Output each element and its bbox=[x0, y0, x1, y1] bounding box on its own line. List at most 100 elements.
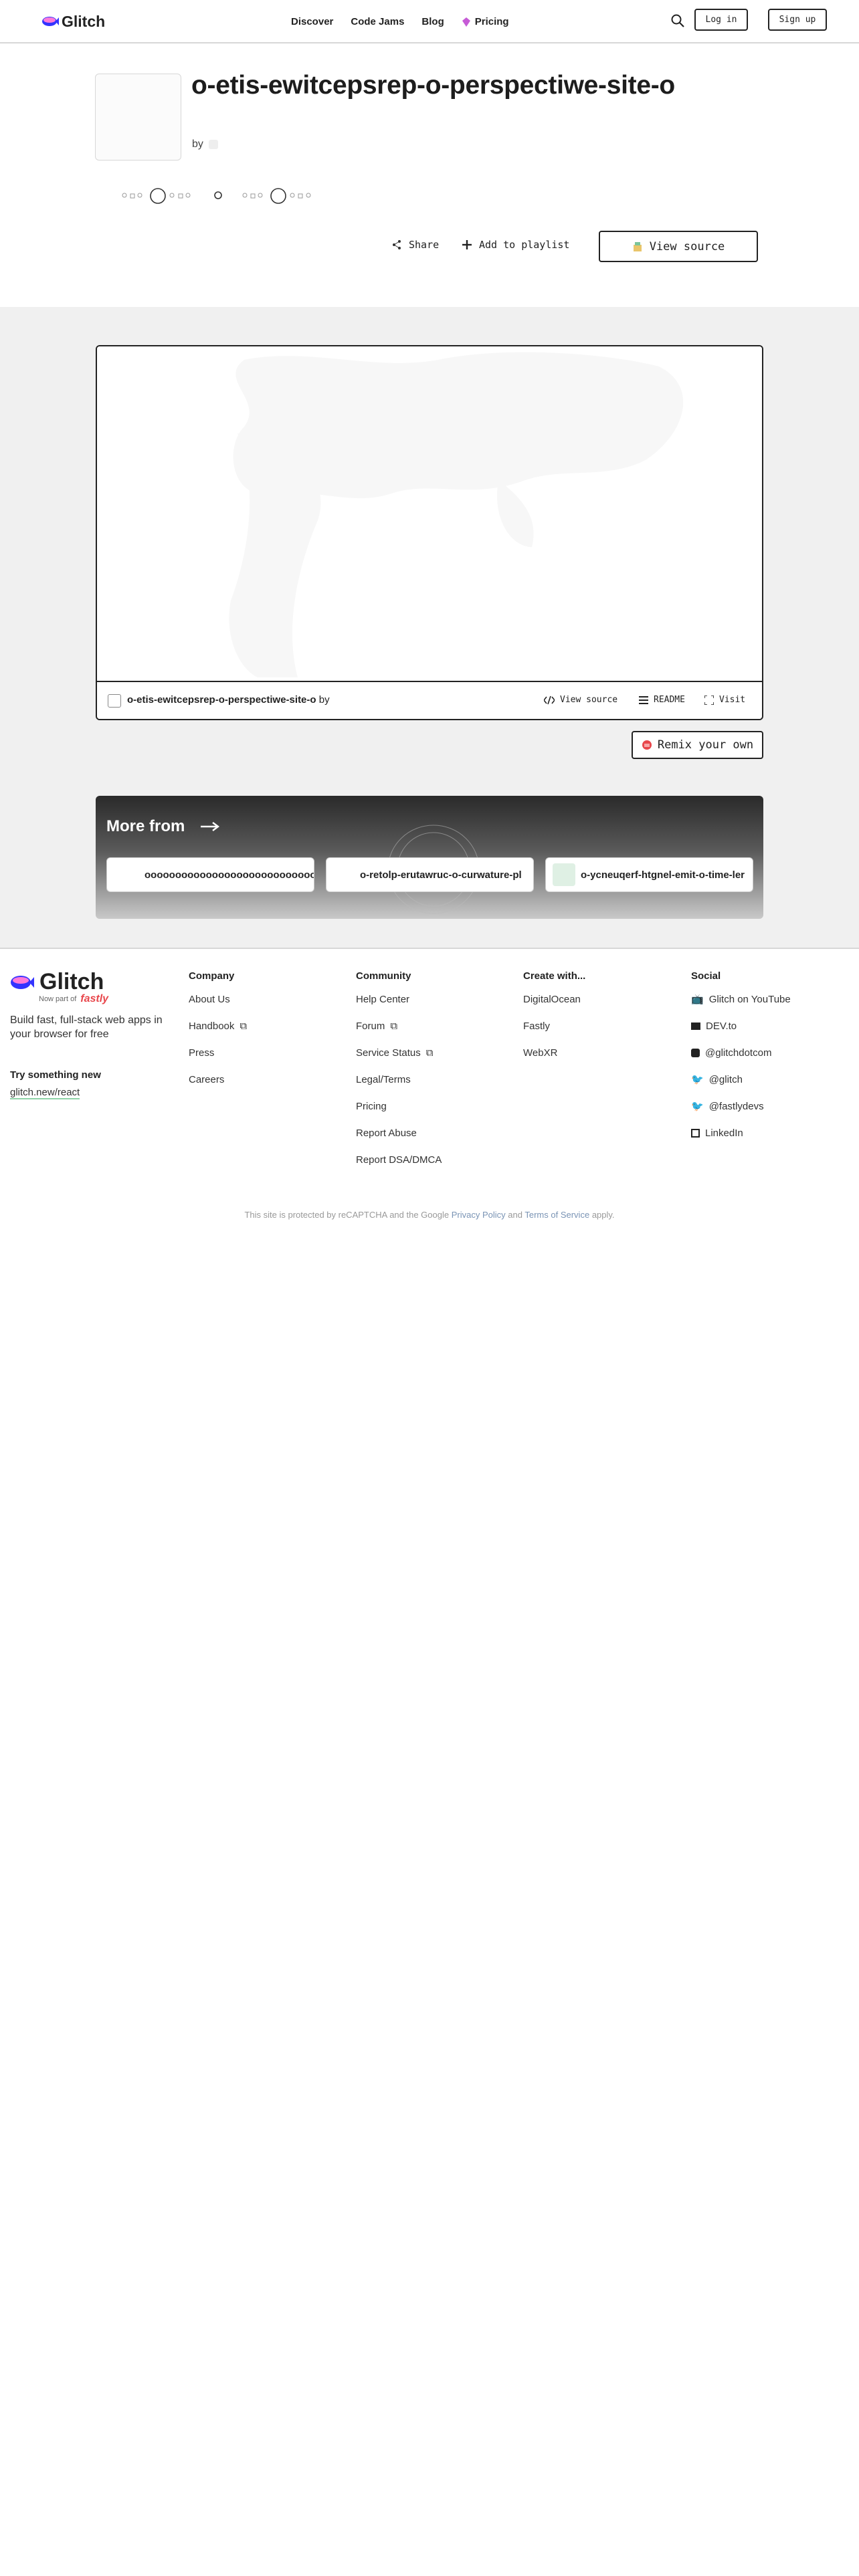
now-part-of-label: Now part of bbox=[39, 995, 77, 1003]
footer-link-twitter-fastly[interactable]: 🐦 @fastlydevs bbox=[691, 1093, 791, 1119]
footer-link-label: Fastly bbox=[523, 1020, 551, 1032]
by-label: by bbox=[192, 138, 203, 150]
footer-column-create-with: Create with... DigitalOcean Fastly WebXR bbox=[523, 970, 585, 1074]
footer-link-label: WebXR bbox=[523, 1047, 558, 1059]
signup-button[interactable]: Sign up bbox=[768, 9, 827, 31]
project-card[interactable]: oooooooooooooooooooooooooooooooooo bbox=[106, 857, 314, 892]
nav-code-jams[interactable]: Code Jams bbox=[351, 16, 404, 27]
footer-link-legal[interactable]: Legal/Terms bbox=[356, 1066, 442, 1093]
preview-view-source-label: View source bbox=[560, 695, 618, 705]
footer-link-linkedin[interactable]: LinkedIn bbox=[691, 1119, 791, 1146]
footer-link-fastly[interactable]: Fastly bbox=[523, 1012, 585, 1039]
preview-toolbar: o-etis-ewitcepsrep-o-perspectiwe-site-o … bbox=[97, 681, 762, 719]
footer-link-label: DigitalOcean bbox=[523, 993, 581, 1005]
devto-icon bbox=[691, 1022, 700, 1030]
share-label: Share bbox=[409, 239, 440, 251]
tv-icon: 📺 bbox=[691, 994, 704, 1005]
try-link[interactable]: glitch.new/react bbox=[10, 1087, 80, 1099]
external-link-icon: ⧉ bbox=[425, 1047, 434, 1059]
visit-label: Visit bbox=[719, 695, 746, 705]
footer-logo[interactable]: Glitch bbox=[10, 969, 104, 995]
project-card-name: o-retolp-erutawruc-o-curwature-pl bbox=[360, 869, 522, 881]
footer-link-label: @glitchdotcom bbox=[705, 1047, 772, 1059]
footer-link-handbook[interactable]: Handbook ⧉ bbox=[189, 1012, 247, 1039]
footer-link-digitalocean[interactable]: DigitalOcean bbox=[523, 986, 585, 1012]
footer-link-about[interactable]: About Us bbox=[189, 986, 247, 1012]
project-avatar bbox=[95, 74, 181, 160]
author-avatar[interactable] bbox=[208, 140, 218, 149]
terms-of-service-link[interactable]: Terms of Service bbox=[524, 1210, 589, 1220]
footer-column-title: Create with... bbox=[523, 970, 586, 982]
app-preview: o-etis-ewitcepsrep-o-perspectiwe-site-o … bbox=[96, 345, 763, 720]
footer-link-careers[interactable]: Careers bbox=[189, 1066, 247, 1093]
project-badges-icon bbox=[122, 188, 311, 204]
more-from-heading[interactable]: More from bbox=[106, 817, 220, 836]
search-icon[interactable] bbox=[670, 13, 685, 28]
footer-link-label: @glitch bbox=[708, 1073, 743, 1085]
share-button[interactable]: Share bbox=[391, 239, 439, 251]
plus-icon bbox=[462, 240, 472, 249]
nav-pricing[interactable]: Pricing bbox=[462, 16, 509, 27]
code-icon bbox=[544, 695, 555, 704]
footer-link-youtube[interactable]: 📺 Glitch on YouTube bbox=[691, 986, 791, 1012]
footer-link-label: Press bbox=[189, 1047, 215, 1059]
external-link-icon: ⧉ bbox=[240, 1020, 248, 1032]
view-source-button[interactable]: View source bbox=[599, 231, 758, 262]
readme-label: README bbox=[654, 695, 685, 705]
main-nav: Discover Code Jams Blog Pricing bbox=[291, 16, 509, 27]
project-card[interactable]: o-retolp-erutawruc-o-curwature-pl bbox=[326, 857, 534, 892]
glitch-fish-icon bbox=[42, 17, 59, 26]
footer-link-label: DEV.to bbox=[706, 1020, 737, 1032]
footer-link-help-center[interactable]: Help Center bbox=[356, 986, 442, 1012]
preview-view-source-button[interactable]: View source bbox=[544, 695, 617, 705]
footer-link-mastodon[interactable]: @glitchdotcom bbox=[691, 1039, 791, 1066]
footer-link-label: Handbook bbox=[189, 1020, 235, 1032]
footer-link-label: Legal/Terms bbox=[356, 1073, 411, 1085]
try-something-new-label: Try something new bbox=[10, 1069, 101, 1081]
project-author: by bbox=[192, 138, 218, 150]
recaptcha-apply: apply. bbox=[591, 1210, 615, 1220]
project-title: o-etis-ewitcepsrep-o-perspectiwe-site-o bbox=[191, 71, 675, 100]
footer-link-devto[interactable]: DEV.to bbox=[691, 1012, 791, 1039]
view-source-label: View source bbox=[649, 239, 725, 253]
footer-tagline: Build fast, full-stack web apps in your … bbox=[10, 1014, 163, 1040]
preview-project-name[interactable]: o-etis-ewitcepsrep-o-perspectiwe-site-o bbox=[127, 694, 316, 706]
footer-link-twitter-glitch[interactable]: 🐦 @glitch bbox=[691, 1066, 791, 1093]
project-card[interactable]: o-ycneuqerf-htgnel-emit-o-time-ler bbox=[545, 857, 753, 892]
footer-link-service-status[interactable]: Service Status ⧉ bbox=[356, 1039, 442, 1066]
visit-button[interactable]: Visit bbox=[704, 695, 745, 705]
preview-frame[interactable] bbox=[97, 346, 762, 680]
footer-link-label: Pricing bbox=[356, 1100, 387, 1112]
remix-label: Remix your own bbox=[657, 738, 754, 752]
footer-column-social: Social 📺 Glitch on YouTube DEV.to @glitch… bbox=[691, 970, 791, 1154]
footer-link-forum[interactable]: Forum ⧉ bbox=[356, 1012, 442, 1039]
nav-pricing-label: Pricing bbox=[474, 16, 509, 27]
nav-blog[interactable]: Blog bbox=[421, 16, 444, 27]
footer-column-company: Company About Us Handbook ⧉ Press Careers bbox=[189, 970, 247, 1101]
login-button[interactable]: Log in bbox=[694, 9, 748, 31]
more-from-section: More from oooooooooooooooooooooooooooooo… bbox=[96, 796, 763, 919]
share-icon bbox=[393, 240, 401, 249]
top-navigation: Glitch Discover Code Jams Blog Pricing L… bbox=[0, 0, 859, 43]
privacy-policy-link[interactable]: Privacy Policy bbox=[452, 1210, 506, 1220]
footer-link-press[interactable]: Press bbox=[189, 1039, 247, 1066]
now-part-of-fastly: Now part of fastly bbox=[39, 993, 108, 1005]
add-to-playlist-button[interactable]: Add to playlist bbox=[462, 239, 569, 251]
nav-discover[interactable]: Discover bbox=[291, 16, 333, 27]
footer-link-report-dsa[interactable]: Report DSA/DMCA bbox=[356, 1146, 442, 1173]
fastly-logo[interactable]: fastly bbox=[80, 993, 108, 1005]
remix-button[interactable]: Remix your own bbox=[632, 731, 763, 759]
project-card-name: o-ycneuqerf-htgnel-emit-o-time-ler bbox=[581, 869, 745, 881]
footer-link-label: Report DSA/DMCA bbox=[356, 1154, 442, 1166]
footer-link-report-abuse[interactable]: Report Abuse bbox=[356, 1119, 442, 1146]
twitter-icon: 🐦 bbox=[691, 1074, 704, 1085]
footer-link-pricing[interactable]: Pricing bbox=[356, 1093, 442, 1119]
glitch-logo[interactable]: Glitch bbox=[41, 12, 105, 31]
linkedin-icon bbox=[691, 1128, 700, 1138]
recaptcha-and: and bbox=[508, 1210, 522, 1220]
external-link-icon: ⧉ bbox=[390, 1020, 398, 1032]
readme-button[interactable]: README bbox=[639, 695, 685, 705]
preview-app-icon bbox=[108, 694, 121, 708]
footer-link-webxr[interactable]: WebXR bbox=[523, 1039, 585, 1066]
footer-link-label: Careers bbox=[189, 1073, 225, 1085]
